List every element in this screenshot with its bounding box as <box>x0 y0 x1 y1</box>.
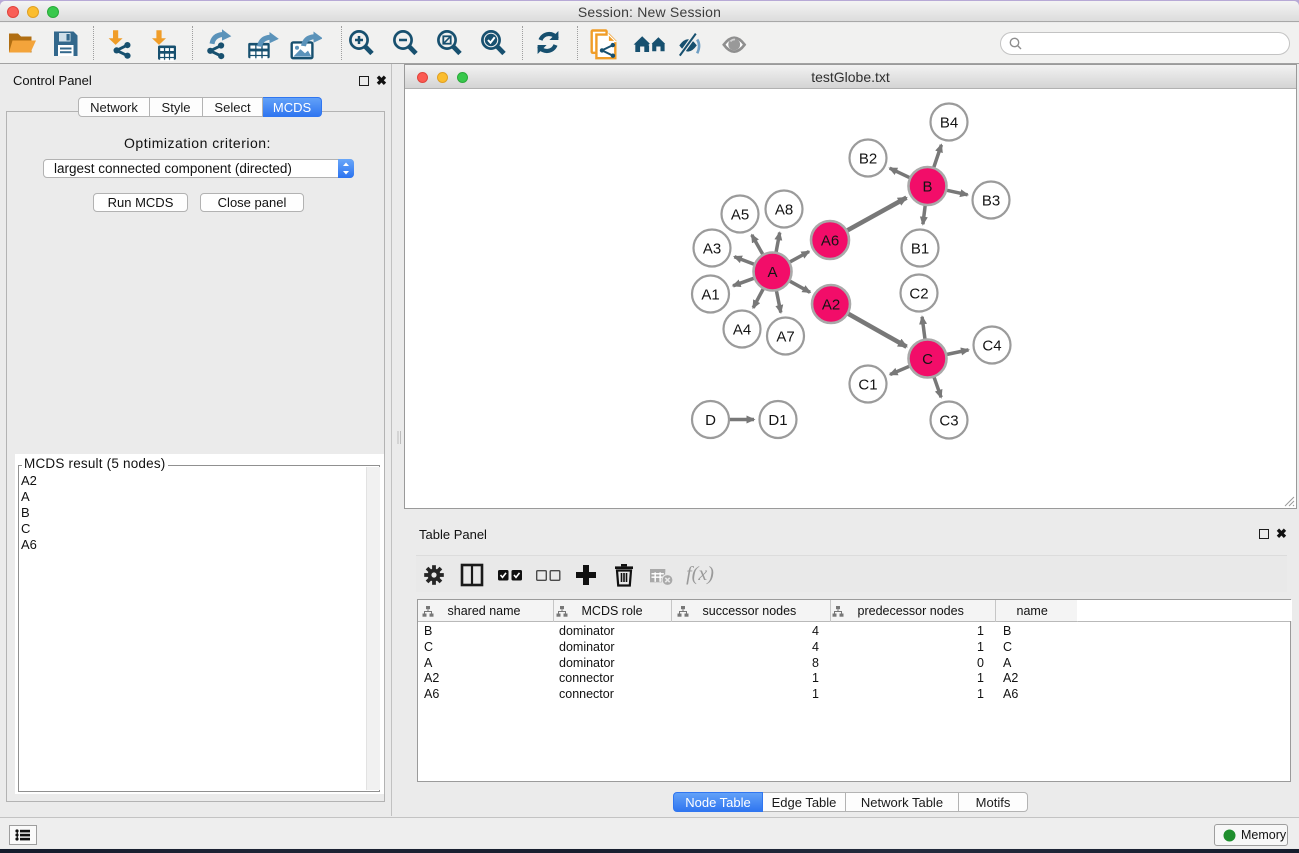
svg-text:A1: A1 <box>701 286 719 303</box>
svg-text:C4: C4 <box>982 337 1001 354</box>
svg-text:A4: A4 <box>733 321 751 338</box>
svg-text:B1: B1 <box>911 240 929 257</box>
svg-text:A8: A8 <box>775 201 793 218</box>
svg-text:C3: C3 <box>939 412 958 429</box>
svg-text:B3: B3 <box>982 192 1000 209</box>
svg-text:C1: C1 <box>858 376 877 393</box>
svg-text:A: A <box>767 264 777 281</box>
svg-text:B4: B4 <box>940 114 958 131</box>
svg-text:C2: C2 <box>909 285 928 302</box>
svg-text:A6: A6 <box>821 232 839 249</box>
svg-text:B2: B2 <box>859 150 877 167</box>
svg-text:A7: A7 <box>776 328 794 345</box>
svg-text:D: D <box>705 412 716 429</box>
svg-text:B: B <box>922 178 932 195</box>
svg-text:A2: A2 <box>822 296 840 313</box>
svg-text:A3: A3 <box>703 240 721 257</box>
svg-text:A5: A5 <box>731 206 749 223</box>
svg-text:C: C <box>922 351 933 368</box>
svg-text:D1: D1 <box>768 412 787 429</box>
